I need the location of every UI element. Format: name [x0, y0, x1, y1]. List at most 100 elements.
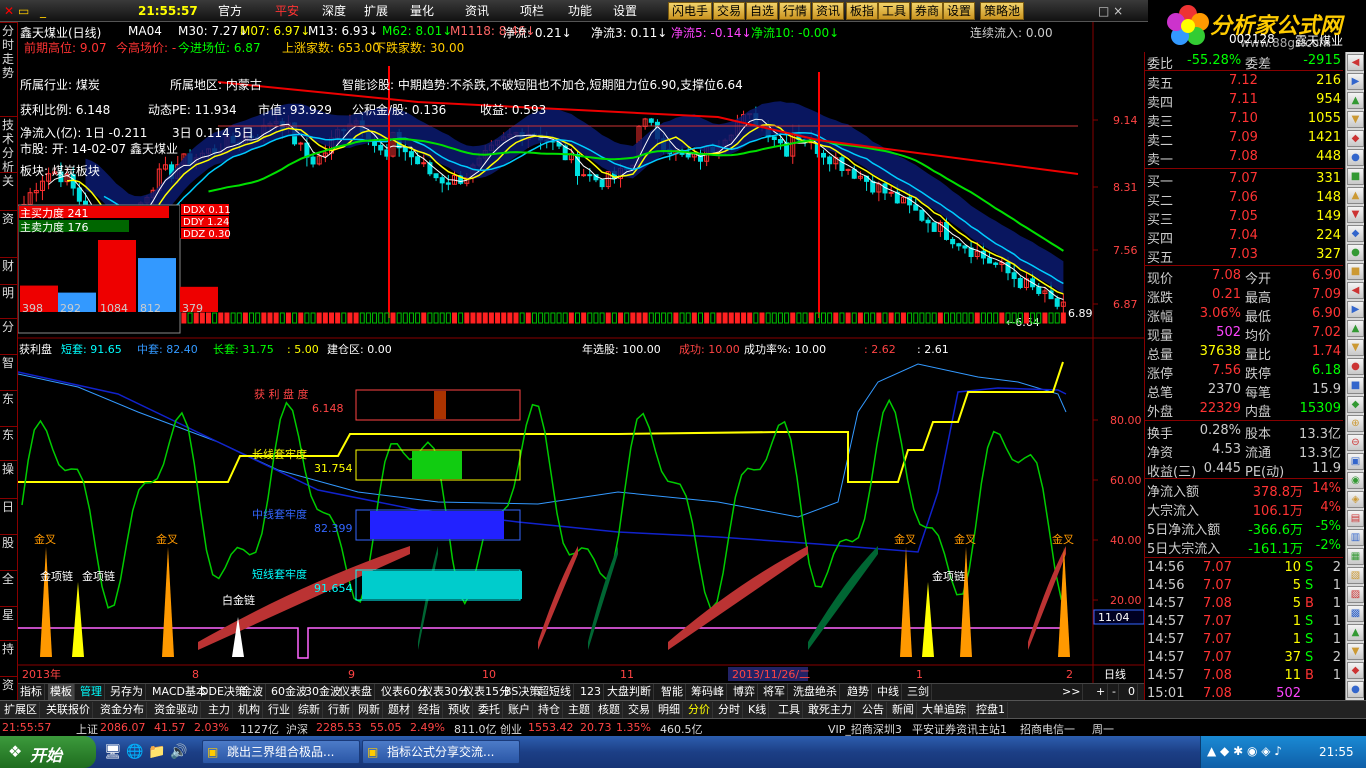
side-tool-icon[interactable]: ▶	[1347, 73, 1364, 90]
toolbar-button[interactable]: 行情	[779, 2, 812, 20]
extension-tab[interactable]: 主力	[206, 702, 233, 718]
sidebar-item[interactable]: 资	[1, 212, 15, 226]
menu-item[interactable]: 项栏	[520, 3, 544, 19]
extension-tab[interactable]: 经指	[416, 702, 443, 718]
extension-tab[interactable]: 交易	[626, 702, 653, 718]
indicator-tab[interactable]: 超短线	[536, 684, 574, 700]
side-tool-icon[interactable]: ▣	[1347, 453, 1364, 470]
toolbar-button[interactable]: 板指	[846, 2, 879, 20]
toolbar-button[interactable]: 券商	[911, 2, 944, 20]
side-tool-icon[interactable]: ▨	[1347, 586, 1364, 603]
indicator-tab[interactable]: 另存为	[108, 684, 146, 700]
zoom-out-button[interactable]: -	[1110, 684, 1119, 700]
indicator-tab[interactable]: 洗盘绝杀	[791, 684, 840, 700]
side-tool-icon[interactable]: ▼	[1347, 111, 1364, 128]
extension-tab[interactable]: 账户	[506, 702, 533, 718]
toolbar-button[interactable]: 策略池	[980, 2, 1025, 20]
side-tool-icon[interactable]: ▲	[1347, 187, 1364, 204]
extension-tab[interactable]: 分价	[686, 702, 713, 718]
side-tool-icon[interactable]: ■	[1347, 263, 1364, 280]
zoom-reset-button[interactable]: 0	[1126, 684, 1138, 700]
toolbar-button[interactable]: 设置	[943, 2, 976, 20]
side-tool-icon[interactable]: ▼	[1347, 339, 1364, 356]
side-tool-icon[interactable]: ●	[1347, 149, 1364, 166]
side-tool-icon[interactable]: ◆	[1347, 662, 1364, 679]
side-tool-icon[interactable]: ◈	[1347, 491, 1364, 508]
side-tool-icon[interactable]: ▤	[1347, 510, 1364, 527]
menu-item[interactable]: 设置	[613, 3, 637, 19]
side-tool-icon[interactable]: ●	[1347, 244, 1364, 261]
indicator-tab[interactable]: 管理	[78, 684, 105, 700]
start-button[interactable]: ❖ 开始	[0, 736, 96, 768]
extension-tab[interactable]: 明细	[656, 702, 683, 718]
restore-icon[interactable]: ▭	[18, 3, 29, 19]
task-item-1[interactable]: ▣ 跳出三界组合极品...	[202, 740, 360, 764]
extension-tab[interactable]: 题材	[386, 702, 413, 718]
toolbar-button[interactable]: 闪电手	[668, 2, 713, 20]
toolbar-button[interactable]: 自选	[746, 2, 779, 20]
sidebar-item[interactable]: 智	[1, 356, 15, 370]
side-tool-icon[interactable]: ◀	[1347, 54, 1364, 71]
indicator-tab[interactable]: 三剑	[905, 684, 932, 700]
side-tool-icon[interactable]: ●	[1347, 681, 1364, 698]
menu-item[interactable]: 量化	[410, 3, 434, 19]
sidebar-item[interactable]: 分时走势	[1, 24, 15, 80]
indicator-tab[interactable]: 筹码峰	[689, 684, 727, 700]
extension-tab[interactable]: 关联报价	[44, 702, 93, 718]
side-tool-icon[interactable]: ▲	[1347, 92, 1364, 109]
side-tool-icon[interactable]: ▦	[1347, 548, 1364, 565]
side-tool-icon[interactable]: ▲	[1347, 624, 1364, 641]
extension-tab[interactable]: 机构	[236, 702, 263, 718]
side-tool-icon[interactable]: ◉	[1347, 472, 1364, 489]
extension-tab[interactable]: 网新	[356, 702, 383, 718]
extension-tab[interactable]: 持仓	[536, 702, 563, 718]
close-icon[interactable]: ✕	[4, 3, 14, 19]
sidebar-item[interactable]: 日	[1, 500, 15, 514]
extension-tab[interactable]: 核题	[596, 702, 623, 718]
toolbar-button[interactable]: 资讯	[812, 2, 845, 20]
indicator-tab[interactable]: 趋势	[845, 684, 872, 700]
side-tool-icon[interactable]: ▼	[1347, 206, 1364, 223]
indicator-tab[interactable]: 仪表盘	[337, 684, 375, 700]
extension-tab[interactable]: 主题	[566, 702, 593, 718]
tray-icons[interactable]: ▲ ◆ ✱ ◉ ◈ ♪	[1207, 744, 1282, 758]
side-tool-icon[interactable]: ■	[1347, 377, 1364, 394]
indicator-tab[interactable]: 中线	[875, 684, 902, 700]
sidebar-item[interactable]: 关	[1, 174, 15, 188]
extension-tab[interactable]: 预收	[446, 702, 473, 718]
side-tool-icon[interactable]: ▥	[1347, 529, 1364, 546]
extension-tab[interactable]: 综新	[296, 702, 323, 718]
sidebar-item[interactable]: 财	[1, 259, 15, 273]
menu-item[interactable]: 官方	[218, 3, 242, 19]
menu-item[interactable]: 扩展	[364, 3, 388, 19]
extension-tab[interactable]: 资金分布	[98, 702, 147, 718]
extension-tab[interactable]: 新闻	[890, 702, 917, 718]
extension-tab[interactable]: K线	[746, 702, 770, 718]
menu-item[interactable]: 平安	[275, 3, 299, 19]
indicator-tab[interactable]: 123	[578, 684, 604, 700]
indicator-tab[interactable]: 智能	[659, 684, 686, 700]
sidebar-item[interactable]: 技术分析	[1, 118, 15, 174]
side-tool-icon[interactable]: ⊖	[1347, 434, 1364, 451]
sidebar-item[interactable]: 东	[1, 392, 15, 406]
extension-tab[interactable]: 行新	[326, 702, 353, 718]
quicklaunch-icons[interactable]: 🖥 🌐 📁 🔊	[104, 744, 187, 760]
indicator-tab[interactable]: 指标	[18, 684, 45, 700]
minimize-icon[interactable]: _	[40, 3, 46, 19]
indicator-tab[interactable]: 将军	[761, 684, 788, 700]
menu-item[interactable]: 深度	[322, 3, 346, 19]
kline-chart[interactable]: 9.148.317.566.876.89←6.64主买力度 241主卖力度 17…	[18, 22, 1144, 683]
toolbar-button[interactable]: 交易	[713, 2, 746, 20]
extension-tab[interactable]: 委托	[476, 702, 503, 718]
sidebar-item[interactable]: 明	[1, 286, 15, 300]
side-tool-icon[interactable]: ◀	[1347, 282, 1364, 299]
side-tool-icon[interactable]: ●	[1347, 358, 1364, 375]
side-tool-icon[interactable]: ◆	[1347, 130, 1364, 147]
side-tool-icon[interactable]: ▧	[1347, 567, 1364, 584]
indicator-tab[interactable]: 模板	[48, 684, 75, 700]
sidebar-item[interactable]: 全	[1, 572, 15, 586]
extension-tab[interactable]: 公告	[860, 702, 887, 718]
side-tool-icon[interactable]: ▩	[1347, 605, 1364, 622]
extension-tab[interactable]: 扩展区	[2, 702, 40, 718]
sidebar-item[interactable]: 东	[1, 428, 15, 442]
